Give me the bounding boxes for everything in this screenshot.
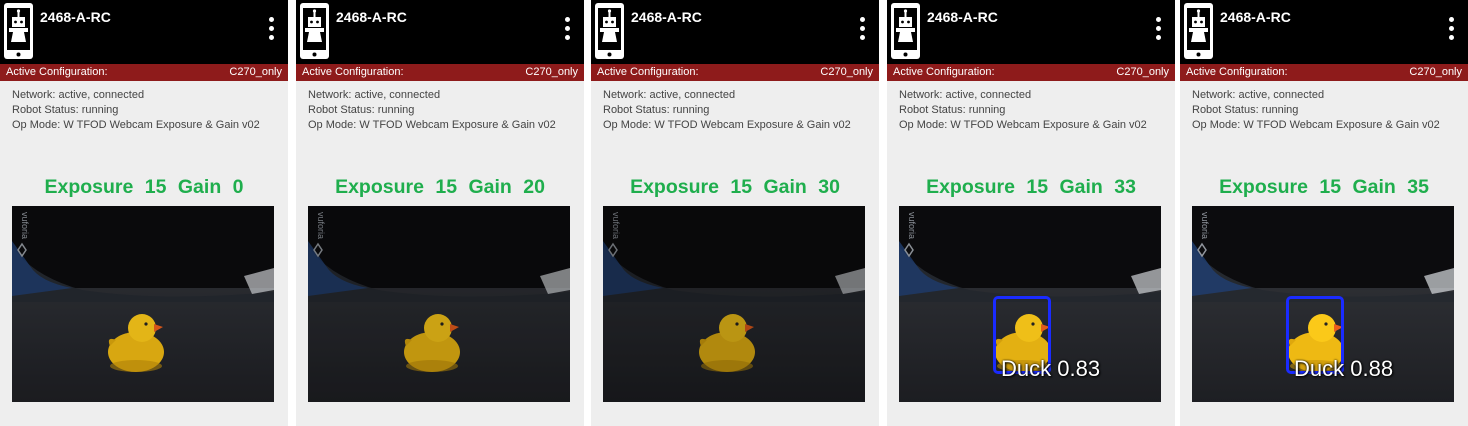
config-label: Active Configuration: xyxy=(302,66,404,78)
camera-preview: vuforia xyxy=(12,206,274,402)
robot-status: Robot Status: running xyxy=(12,104,119,117)
driver-station-panel-5: 2468-A-RC Active Configuration: C270_onl… xyxy=(1180,0,1468,426)
config-value: C270_only xyxy=(525,66,578,78)
config-value: C270_only xyxy=(1409,66,1462,78)
robot-status: Robot Status: running xyxy=(899,104,1006,117)
exposure-gain-caption: Exposure 15 Gain 20 xyxy=(335,176,545,198)
exposure-gain-caption: Exposure 15 Gain 30 xyxy=(630,176,840,198)
app-bar: 2468-A-RC xyxy=(591,0,879,64)
op-mode: Op Mode: W TFOD Webcam Exposure & Gain v… xyxy=(899,119,1147,132)
app-bar: 2468-A-RC xyxy=(0,0,288,64)
status-block: Network: active, connected Robot Status:… xyxy=(603,88,851,134)
active-configuration-bar: Active Configuration: C270_only xyxy=(591,64,879,81)
camera-preview: vuforia Duck 0.88 xyxy=(1192,206,1454,402)
network-status: Network: active, connected xyxy=(308,89,441,101)
config-value: C270_only xyxy=(1116,66,1169,78)
network-status: Network: active, connected xyxy=(12,89,145,101)
robot-controller-app-icon xyxy=(595,3,624,59)
detection-label: Duck 0.83 xyxy=(1001,356,1101,381)
overflow-menu-icon[interactable] xyxy=(1155,17,1161,43)
config-label: Active Configuration: xyxy=(597,66,699,78)
robot-status: Robot Status: running xyxy=(603,104,710,117)
network-status: Network: active, connected xyxy=(1192,89,1325,101)
svg-text:vuforia: vuforia xyxy=(611,212,621,239)
app-bar: 2468-A-RC xyxy=(1180,0,1468,64)
driver-station-panel-2: 2468-A-RC Active Configuration: C270_onl… xyxy=(296,0,584,426)
robot-controller-app-icon xyxy=(4,3,33,59)
config-value: C270_only xyxy=(229,66,282,78)
exposure-gain-caption: Exposure 15 Gain 35 xyxy=(1219,176,1429,198)
driver-station-panel-4: 2468-A-RC Active Configuration: C270_onl… xyxy=(887,0,1175,426)
op-mode: Op Mode: W TFOD Webcam Exposure & Gain v… xyxy=(308,119,556,132)
status-block: Network: active, connected Robot Status:… xyxy=(899,88,1147,134)
robot-controller-app-icon xyxy=(300,3,329,59)
status-block: Network: active, connected Robot Status:… xyxy=(308,88,556,134)
svg-text:vuforia: vuforia xyxy=(907,212,917,239)
overflow-menu-icon[interactable] xyxy=(268,17,274,43)
active-configuration-bar: Active Configuration: C270_only xyxy=(1180,64,1468,81)
robot-controller-app-icon xyxy=(1184,3,1213,59)
device-name: 2468-A-RC xyxy=(1220,9,1291,25)
active-configuration-bar: Active Configuration: C270_only xyxy=(296,64,584,81)
network-status: Network: active, connected xyxy=(899,89,1032,101)
config-label: Active Configuration: xyxy=(1186,66,1288,78)
driver-station-panel-3: 2468-A-RC Active Configuration: C270_onl… xyxy=(591,0,879,426)
detection-label: Duck 0.88 xyxy=(1294,356,1394,381)
active-configuration-bar: Active Configuration: C270_only xyxy=(0,64,288,81)
config-label: Active Configuration: xyxy=(893,66,995,78)
app-bar: 2468-A-RC xyxy=(296,0,584,64)
exposure-gain-caption: Exposure 15 Gain 33 xyxy=(926,176,1136,198)
exposure-gain-caption: Exposure 15 Gain 0 xyxy=(44,176,244,198)
overflow-menu-icon[interactable] xyxy=(564,17,570,43)
camera-preview: vuforia xyxy=(603,206,865,402)
op-mode: Op Mode: W TFOD Webcam Exposure & Gain v… xyxy=(603,119,851,132)
config-label: Active Configuration: xyxy=(6,66,108,78)
svg-text:vuforia: vuforia xyxy=(20,212,30,239)
camera-preview: vuforia xyxy=(308,206,570,402)
svg-text:vuforia: vuforia xyxy=(316,212,326,239)
device-name: 2468-A-RC xyxy=(631,9,702,25)
robot-status: Robot Status: running xyxy=(1192,104,1299,117)
device-name: 2468-A-RC xyxy=(336,9,407,25)
robot-status: Robot Status: running xyxy=(308,104,415,117)
camera-preview: vuforia Duck 0.83 xyxy=(899,206,1161,402)
driver-station-panel-1: 2468-A-RC Active Configuration: C270_onl… xyxy=(0,0,288,426)
device-name: 2468-A-RC xyxy=(927,9,998,25)
active-configuration-bar: Active Configuration: C270_only xyxy=(887,64,1175,81)
robot-controller-app-icon xyxy=(891,3,920,59)
config-value: C270_only xyxy=(820,66,873,78)
app-bar: 2468-A-RC xyxy=(887,0,1175,64)
op-mode: Op Mode: W TFOD Webcam Exposure & Gain v… xyxy=(12,119,260,132)
svg-text:vuforia: vuforia xyxy=(1200,212,1210,239)
status-block: Network: active, connected Robot Status:… xyxy=(12,88,260,134)
device-name: 2468-A-RC xyxy=(40,9,111,25)
status-block: Network: active, connected Robot Status:… xyxy=(1192,88,1440,134)
overflow-menu-icon[interactable] xyxy=(859,17,865,43)
op-mode: Op Mode: W TFOD Webcam Exposure & Gain v… xyxy=(1192,119,1440,132)
network-status: Network: active, connected xyxy=(603,89,736,101)
overflow-menu-icon[interactable] xyxy=(1448,17,1454,43)
